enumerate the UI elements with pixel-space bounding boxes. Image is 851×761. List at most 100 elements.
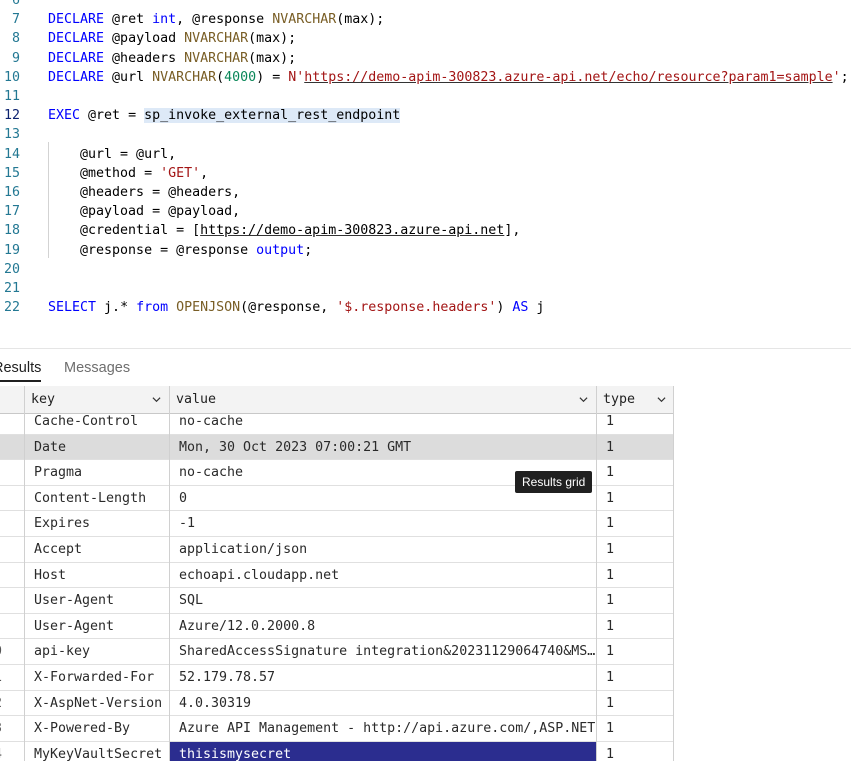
code-text[interactable]: DECLARE @headers NVARCHAR(max); [48,49,296,68]
row-number[interactable]: 0 [0,639,24,665]
cell-value[interactable]: SQL [169,588,596,614]
code-line[interactable]: 21 [0,279,851,298]
cell-type[interactable]: 1 [596,511,673,537]
code-text[interactable]: @payload = @payload, [48,202,240,221]
code-text[interactable]: EXEC @ret = sp_invoke_external_rest_endp… [48,106,401,125]
table-row[interactable]: Cache-Control no-cache 1 [0,409,673,435]
table-row[interactable]: Expires -1 1 [0,511,673,537]
code-line[interactable]: 11 [0,87,851,106]
code-line[interactable]: 19 @response = @response output; [0,241,851,260]
table-row[interactable]: 0api-keySharedAccessSignature integratio… [0,639,673,665]
cell-key[interactable]: X-Forwarded-For [24,665,169,691]
cell-type[interactable]: 1 [596,562,673,589]
row-number[interactable] [0,563,24,589]
cell-key[interactable]: MyKeyVaultSecret [24,741,169,761]
cell-type[interactable]: 1 [596,588,673,614]
cell-value[interactable]: -1 [169,511,596,537]
cell-value[interactable]: 4.0.30319 [169,690,596,717]
code-line[interactable]: 16 @headers = @headers, [0,183,851,202]
cell-type[interactable]: 1 [596,741,673,761]
row-number[interactable] [0,460,24,486]
code-text[interactable]: @method = 'GET', [48,164,208,183]
code-line[interactable]: 18 @credential = [https://demo-apim-3008… [0,221,851,240]
cell-key[interactable]: Content-Length [24,485,169,512]
code-line[interactable]: 9 DECLARE @headers NVARCHAR(max); [0,49,851,68]
table-row[interactable]: 2X-AspNet-Version4.0.303191 [0,690,673,717]
code-text[interactable]: @url = @url, [48,145,176,164]
code-line[interactable]: 7 DECLARE @ret int, @response NVARCHAR(ma… [0,10,851,29]
code-editor[interactable]: 6 7 DECLARE @ret int, @response NVARCHAR(m… [0,0,851,348]
cell-type[interactable]: 1 [596,409,673,435]
code-line[interactable]: 14 @url = @url, [0,145,851,164]
code-text[interactable]: DECLARE @url NVARCHAR(4000) = N'https://… [48,68,849,87]
code-text[interactable]: @credential = [https://demo-apim-300823.… [48,221,520,240]
cell-key[interactable]: api-key [24,639,169,665]
code-line[interactable]: 15 @method = 'GET', [0,164,851,183]
code-line[interactable]: 6 [0,0,851,10]
cell-type[interactable]: 1 [596,665,673,691]
code-line[interactable]: 13 [0,125,851,144]
cell-value[interactable]: Mon, 30 Oct 2023 07:00:21 GMT [169,434,596,461]
cell-key[interactable]: User-Agent [24,613,169,640]
cell-value[interactable]: thisismysecret [169,741,596,761]
table-row[interactable]: User-Agent SQL 1 [0,588,673,614]
cell-value[interactable]: Azure API Management - http://api.azure.… [169,716,596,742]
table-row[interactable]: Host echoapi.cloudapp.net 1 [0,562,673,589]
cell-key[interactable]: Expires [24,511,169,537]
cell-key[interactable]: Accept [24,537,169,563]
table-row[interactable]: User-Agent Azure/12.0.2000.8 1 [0,613,673,640]
row-number[interactable]: 4 [0,742,24,761]
cell-key[interactable]: Cache-Control [24,409,169,435]
row-number[interactable] [0,537,24,563]
code-text[interactable]: @response = @response output; [48,241,312,260]
cell-type[interactable]: 1 [596,690,673,717]
code-text[interactable]: DECLARE @payload NVARCHAR(max); [48,29,296,48]
cell-value[interactable]: application/json [169,537,596,563]
tab-messages[interactable]: Messages [64,358,130,378]
cell-key[interactable]: Host [24,562,169,589]
table-row[interactable]: Accept application/json 1 [0,537,673,563]
row-number[interactable] [0,614,24,640]
row-number[interactable] [0,409,24,435]
row-number[interactable]: 3 [0,716,24,742]
chevron-down-icon[interactable] [152,395,161,404]
cell-key[interactable]: Pragma [24,460,169,486]
code-line[interactable]: 17 @payload = @payload, [0,202,851,221]
cell-type[interactable]: 1 [596,716,673,742]
code-line[interactable]: 10 DECLARE @url NVARCHAR(4000) = N'https:… [0,68,851,87]
panel-divider[interactable] [0,348,851,349]
code-text[interactable]: SELECT j.* from OPENJSON(@response, '$.r… [48,298,544,317]
tab-results[interactable]: Results [0,358,42,382]
chevron-down-icon[interactable] [657,395,666,404]
chevron-down-icon[interactable] [579,395,588,404]
results-grid[interactable]: key value type Cache-Control no-cache 1 Dat… [0,386,674,761]
cell-type[interactable]: 1 [596,460,673,486]
table-row[interactable]: Date Mon, 30 Oct 2023 07:00:21 GMT 1 [0,434,673,461]
row-number[interactable] [0,435,24,461]
cell-value[interactable]: no-cache [169,409,596,435]
cell-key[interactable]: User-Agent [24,588,169,614]
cell-type[interactable]: 1 [596,485,673,512]
cell-key[interactable]: Date [24,434,169,461]
row-number[interactable] [0,486,24,512]
code-line[interactable]: 8 DECLARE @payload NVARCHAR(max); [0,29,851,48]
cell-type[interactable]: 1 [596,639,673,665]
cell-value[interactable]: Azure/12.0.2000.8 [169,613,596,640]
code-line[interactable]: 22 SELECT j.* from OPENJSON(@response, '$… [0,298,851,317]
cell-value[interactable]: 52.179.78.57 [169,665,596,691]
cell-key[interactable]: X-AspNet-Version [24,690,169,717]
table-row[interactable]: 4MyKeyVaultSecretthisismysecret1 [0,741,673,761]
row-number[interactable] [0,588,24,614]
code-line[interactable]: 12 EXEC @ret = sp_invoke_external_rest_en… [0,106,851,125]
cell-value[interactable]: SharedAccessSignature integration&202311… [169,639,596,665]
table-row[interactable]: 3X-Powered-ByAzure API Management - http… [0,716,673,742]
row-number[interactable] [0,511,24,537]
row-number[interactable]: 2 [0,691,24,717]
code-text[interactable]: DECLARE @ret int, @response NVARCHAR(max… [48,10,384,29]
cell-type[interactable]: 1 [596,613,673,640]
cell-type[interactable]: 1 [596,537,673,563]
row-number[interactable]: 1 [0,665,24,691]
cell-key[interactable]: X-Powered-By [24,716,169,742]
cell-value[interactable]: echoapi.cloudapp.net [169,562,596,589]
code-text[interactable]: @headers = @headers, [48,183,240,202]
